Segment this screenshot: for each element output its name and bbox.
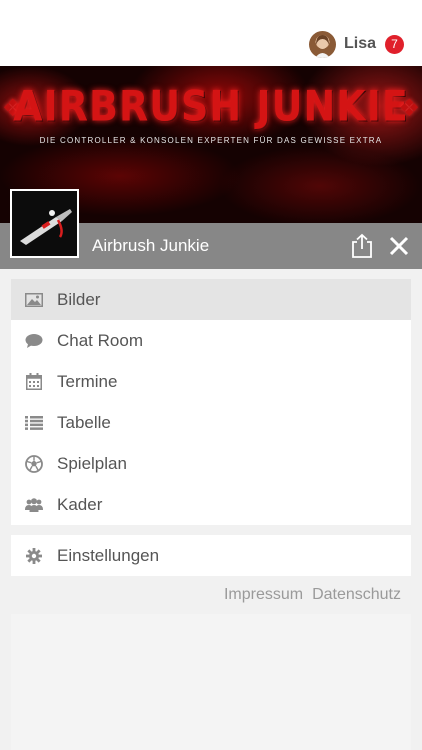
image-icon xyxy=(25,291,43,309)
share-icon xyxy=(352,233,372,258)
airbrush-gun-icon xyxy=(12,191,77,256)
datenschutz-link[interactable]: Datenschutz xyxy=(312,586,401,603)
menu-item-label: Chat Room xyxy=(57,330,143,350)
settings-button[interactable]: Einstellungen xyxy=(11,535,411,576)
empty-panel xyxy=(11,614,411,750)
side-menu: Bilder Chat Room Termine Tabelle Spielpl… xyxy=(11,279,411,525)
group-name: Airbrush Junkie xyxy=(92,236,210,255)
menu-item-label: Tabelle xyxy=(57,412,111,432)
banner-subtitle: DIE CONTROLLER & KONSOLEN EXPERTEN FÜR D… xyxy=(39,136,383,145)
menu-item-label: Kader xyxy=(57,494,103,514)
settings-label: Einstellungen xyxy=(57,545,160,565)
menu-item-bilder[interactable]: Bilder xyxy=(11,279,411,320)
menu-item-label: Bilder xyxy=(57,289,101,309)
menu-item-tabelle[interactable]: Tabelle xyxy=(11,402,411,443)
top-bar: Lisa 7 xyxy=(0,0,422,66)
group-icon xyxy=(25,496,43,514)
user-avatar-icon[interactable] xyxy=(308,30,336,58)
user-profile[interactable]: Lisa 7 xyxy=(308,30,404,58)
share-button[interactable] xyxy=(350,233,374,259)
calendar-icon xyxy=(25,373,43,391)
user-name[interactable]: Lisa xyxy=(344,35,376,53)
impressum-link[interactable]: Impressum xyxy=(224,586,303,603)
menu-item-label: Termine xyxy=(57,371,118,391)
menu-item-kader[interactable]: Kader xyxy=(11,484,411,525)
group-logo-thumbnail xyxy=(10,189,79,258)
notification-badge[interactable]: 7 xyxy=(385,34,404,54)
banner-title: AIRBRUSH JUNKIE xyxy=(13,81,409,131)
footer-links: Impressum Datenschutz xyxy=(215,586,401,604)
chat-bubble-icon xyxy=(25,332,43,350)
menu-item-spielplan[interactable]: Spielplan xyxy=(11,443,411,484)
close-button[interactable] xyxy=(388,235,410,257)
menu-item-termine[interactable]: Termine xyxy=(11,361,411,402)
list-icon xyxy=(25,414,43,432)
menu-item-label: Spielplan xyxy=(57,453,127,473)
soccer-ball-icon xyxy=(25,454,43,473)
gear-icon xyxy=(25,547,43,565)
banner-ornament-right: ❖ xyxy=(398,95,420,122)
close-icon xyxy=(389,236,409,256)
menu-item-chat-room[interactable]: Chat Room xyxy=(11,320,411,361)
